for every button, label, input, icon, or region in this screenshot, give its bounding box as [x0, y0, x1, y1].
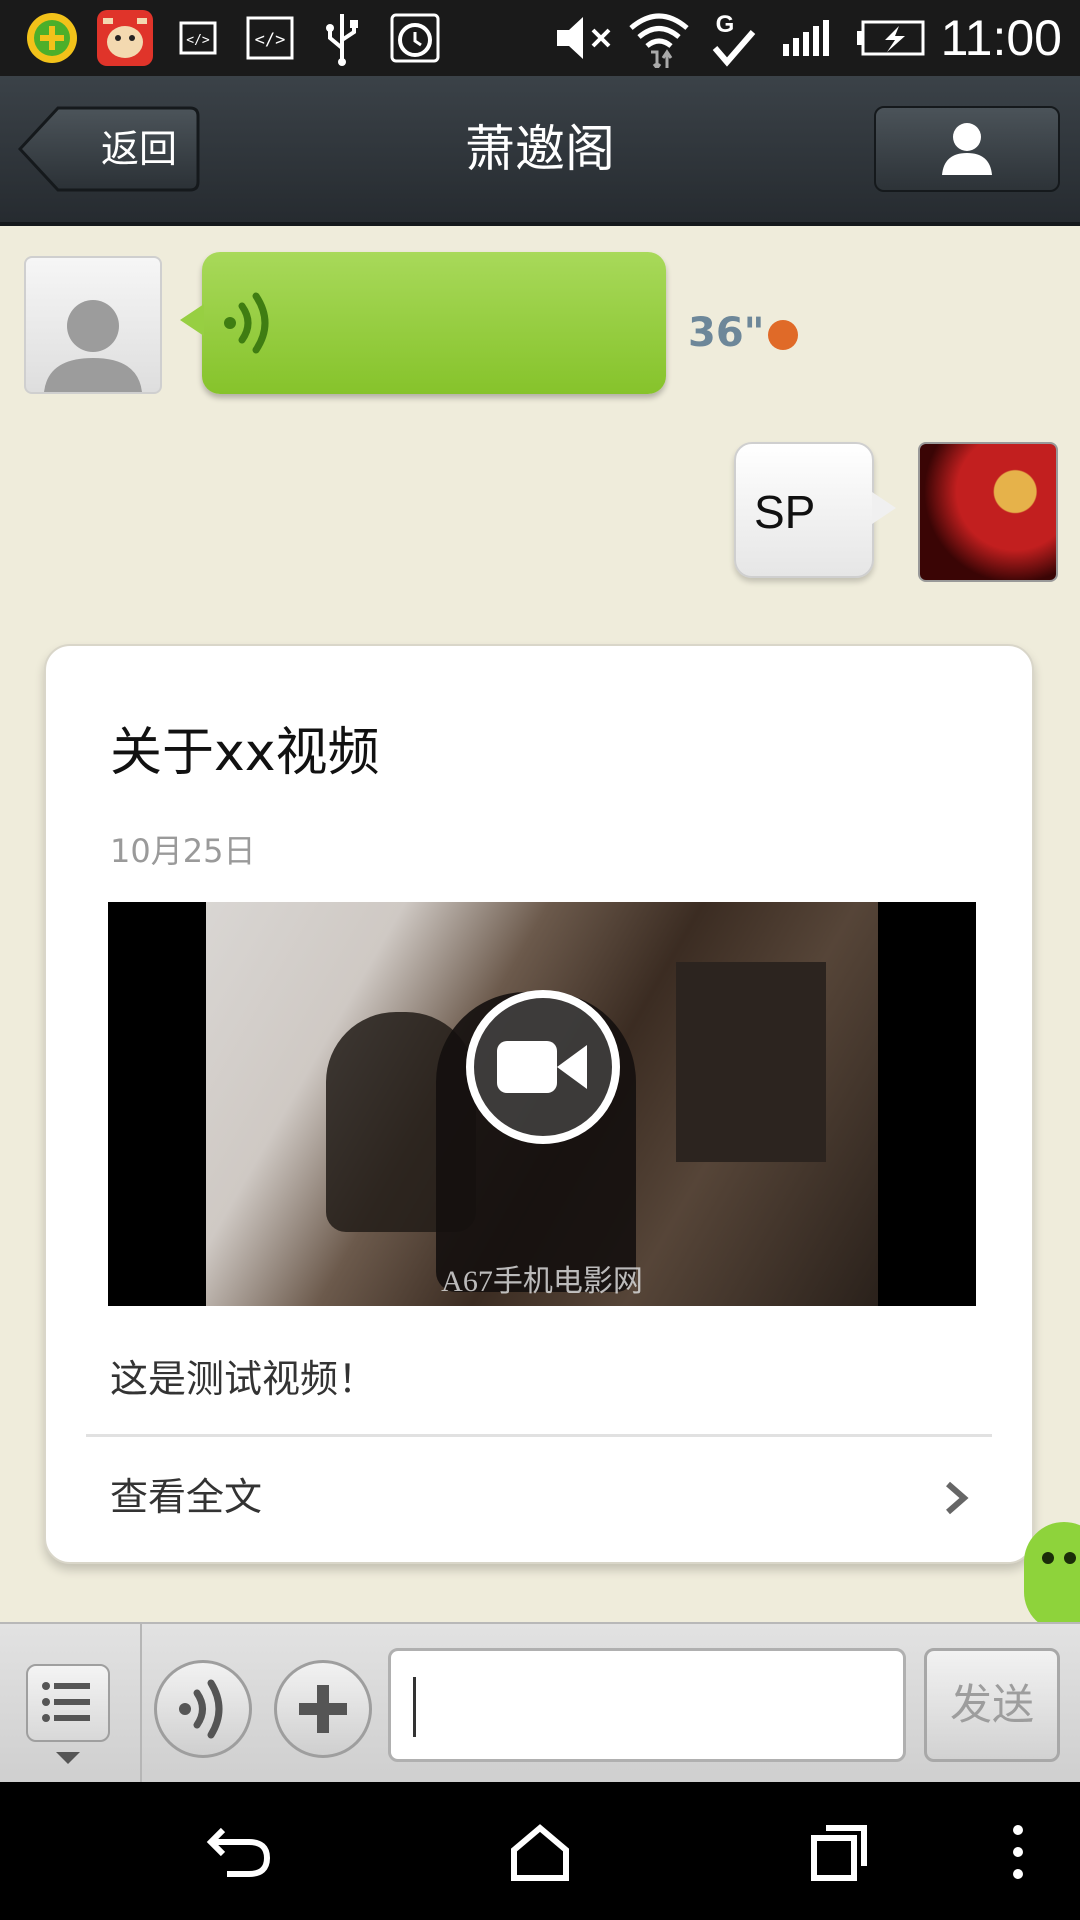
avatar[interactable] — [24, 256, 162, 394]
divider — [86, 1434, 992, 1437]
svg-text:G: G — [716, 11, 735, 38]
nav-bar — [0, 1782, 1080, 1920]
article-title: 关于xx视频 — [110, 723, 380, 783]
status-time: 11:00 — [940, 10, 1062, 66]
alarm-icon — [388, 10, 442, 66]
overflow-menu-icon[interactable] — [978, 1812, 1058, 1892]
voice-duration: 36" — [688, 310, 765, 356]
mute-icon — [552, 10, 616, 66]
voice-input-button[interactable] — [154, 1660, 252, 1758]
back-icon[interactable] — [200, 1812, 280, 1892]
sent-message-bubble[interactable]: SP — [734, 442, 896, 578]
user-avatar[interactable] — [918, 442, 1058, 582]
svg-text:</>: </> — [186, 33, 210, 48]
default-avatar-icon — [44, 300, 142, 392]
voice-wave-icon — [179, 1679, 223, 1739]
status-bar: </> </> G 11:00 — [0, 0, 1080, 76]
svg-text:</>: </> — [255, 30, 286, 50]
cell-signal-icon — [780, 10, 840, 66]
article-card[interactable]: 关于xx视频 10月25日 A67手机电影网 这是测试视频！ 查看全文 — [44, 644, 1034, 1564]
sent-message-text: SP — [754, 486, 816, 538]
list-menu-icon — [42, 1682, 90, 1722]
battery-charging-icon — [856, 10, 928, 66]
recents-icon[interactable] — [800, 1812, 880, 1892]
video-thumbnail[interactable]: A67手机电影网 — [108, 902, 976, 1306]
page-title: 萧邀阁 — [465, 120, 615, 178]
voice-message-bubble[interactable] — [180, 252, 666, 394]
person-icon — [942, 123, 992, 175]
add-attachment-button[interactable] — [274, 1660, 372, 1758]
article-description: 这是测试视频！ — [110, 1357, 377, 1401]
back-button-label: 返回 — [100, 127, 177, 171]
video-camera-icon — [497, 1041, 587, 1093]
profile-button[interactable] — [874, 106, 1060, 192]
usb-icon — [318, 10, 366, 66]
video-play-button[interactable] — [466, 990, 620, 1144]
chevron-down-icon — [56, 1752, 80, 1764]
read-more-link[interactable]: 查看全文 — [110, 1466, 262, 1521]
app-360-icon — [22, 10, 82, 66]
chat-area[interactable]: 36" SP 关于xx视频 10月25日 A67手机电影网 这是测试视频！ 查看… — [0, 226, 1080, 1632]
video-watermark: A67手机电影网 — [441, 1265, 643, 1298]
input-bar: 发送 — [0, 1622, 1080, 1784]
plus-icon — [299, 1685, 347, 1733]
message-input[interactable] — [388, 1648, 906, 1762]
chevron-right-icon — [946, 1481, 969, 1515]
code-icon: </> — [244, 10, 296, 66]
code-icon: </> — [176, 10, 220, 66]
g-signal-icon: G — [708, 10, 762, 67]
title-bar: 返回 萧邀阁 — [0, 76, 1080, 226]
mascot-icon[interactable] — [1024, 1522, 1080, 1632]
home-icon[interactable] — [500, 1812, 580, 1892]
app-cow-icon — [94, 10, 156, 66]
article-date: 10月25日 — [110, 832, 256, 870]
wifi-icon — [626, 10, 692, 68]
unread-indicator — [768, 320, 798, 350]
send-button[interactable]: 发送 — [924, 1648, 1060, 1762]
menu-toggle-button[interactable] — [0, 1624, 142, 1784]
back-button[interactable]: 返回 — [18, 106, 200, 192]
voice-wave-icon — [224, 292, 269, 354]
text-caret — [413, 1677, 416, 1737]
